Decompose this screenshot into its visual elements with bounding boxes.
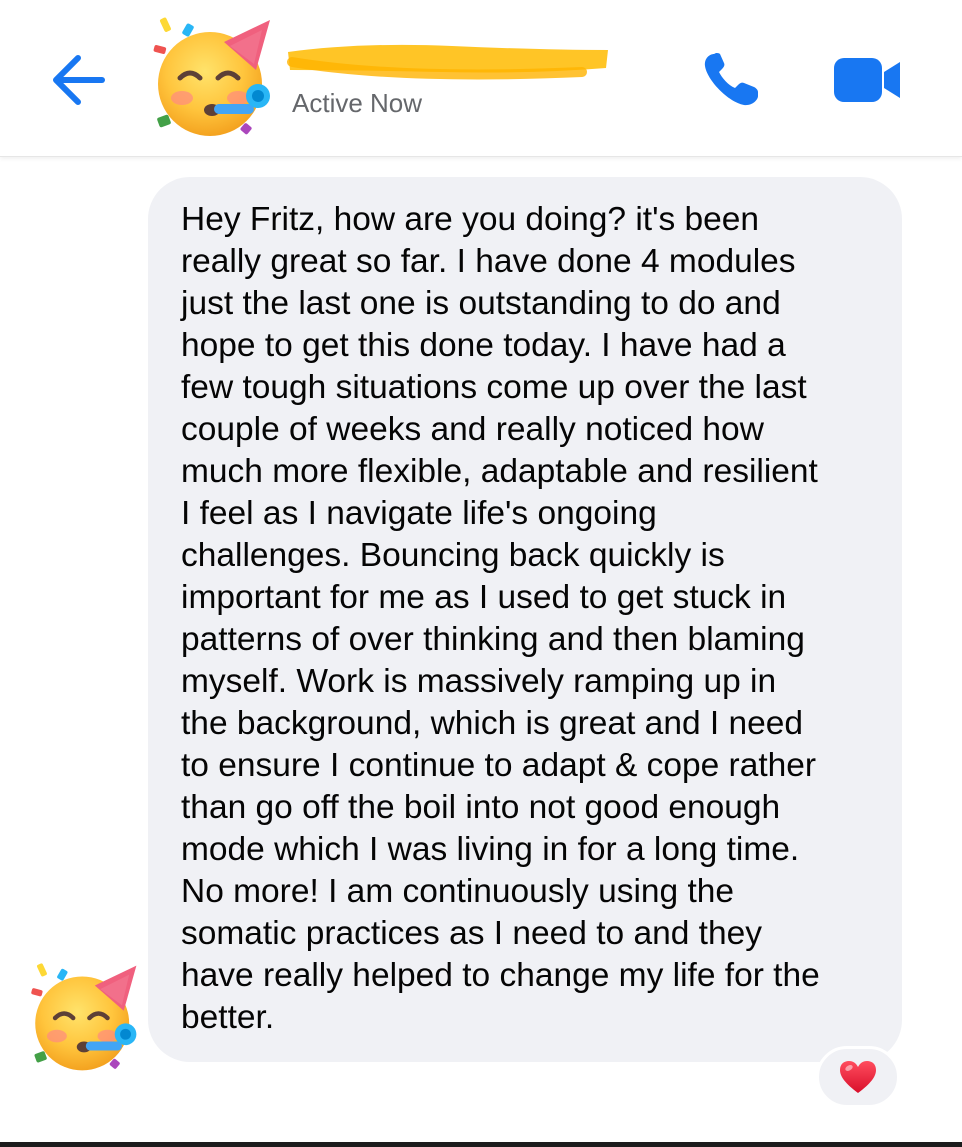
video-camera-icon	[834, 58, 900, 102]
sender-avatar[interactable]	[28, 962, 140, 1074]
message-bubble[interactable]: Hey Fritz, how are you doing? it's been …	[148, 177, 902, 1062]
video-call-button[interactable]	[830, 52, 904, 108]
heart-icon	[840, 1061, 876, 1093]
heart-reaction[interactable]	[816, 1046, 900, 1108]
message-text: Hey Fritz, how are you doing? it's been …	[181, 201, 820, 1036]
chat-header: Active Now	[0, 0, 962, 157]
contact-avatar[interactable]	[150, 16, 274, 140]
partying-face-icon	[31, 963, 137, 1071]
bottom-divider	[0, 1142, 962, 1147]
name-redaction	[287, 44, 608, 80]
partying-face-icon	[153, 17, 270, 136]
active-status: Active Now	[292, 88, 423, 118]
voice-call-button[interactable]	[700, 50, 764, 110]
contact-name-area[interactable]	[282, 28, 632, 92]
back-arrow-icon	[53, 55, 105, 105]
chat-screen: Active Now Hey Fritz, how are you doing?…	[0, 0, 962, 1147]
back-button[interactable]	[48, 52, 108, 108]
phone-icon	[704, 53, 758, 106]
